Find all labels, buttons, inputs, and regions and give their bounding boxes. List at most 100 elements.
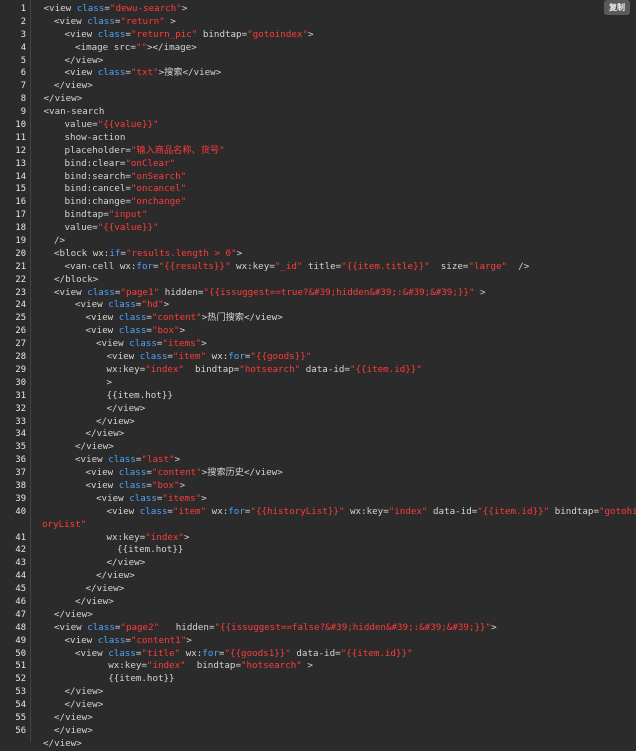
code-token: <view (54, 16, 87, 27)
code-token: bindtap= (65, 209, 109, 220)
line-number: 25 (0, 312, 26, 325)
code-text: bind:change="onchange" (65, 196, 187, 209)
line-number: 55 (0, 712, 26, 725)
code-line: 1<view class="dewu-search"> (0, 3, 636, 16)
string-token: "gotoindex" (247, 29, 308, 40)
code-line: 31{{item.hot}} (0, 390, 636, 403)
code-token: bindtap= (184, 364, 239, 375)
code-text: show-action (65, 132, 126, 145)
code-line: 44</view> (0, 570, 636, 583)
code-block: 1<view class="dewu-search">2<view class=… (0, 0, 636, 742)
code-token: > (186, 635, 192, 646)
code-text: </block> (54, 274, 98, 287)
code-text: <image src=""></image> (75, 42, 197, 55)
code-token: value= (65, 222, 98, 233)
code-token: value= (65, 119, 98, 130)
string-token: "item" (173, 351, 206, 362)
code-token: <image src= (75, 42, 136, 53)
code-line: 41wx:key="index"> (0, 532, 636, 545)
code-token: wx: (206, 506, 228, 517)
code-line: 4<image src=""></image> (0, 42, 636, 55)
code-line: 40<view class="item" wx:for="{{historyLi… (0, 506, 636, 519)
line-number: 11 (0, 132, 26, 145)
code-text: <view class="return" > (54, 16, 176, 29)
string-token: "last" (141, 454, 174, 465)
line-number: 29 (0, 364, 26, 377)
code-line: 34</view> (0, 428, 636, 441)
code-token: wx:key= (231, 261, 275, 272)
string-token: "{{item.title}}" (341, 261, 430, 272)
code-text: </view> (75, 596, 114, 609)
code-token: </view> (107, 557, 146, 568)
line-number: 49 (0, 635, 26, 648)
code-token: bind:clear= (65, 158, 126, 169)
code-text: <van-cell wx:for="{{results}}" wx:key="_… (65, 261, 530, 274)
line-number: 8 (0, 93, 26, 106)
code-text: oryList" (42, 519, 86, 532)
line-number: 35 (0, 441, 26, 454)
line-number: 34 (0, 428, 26, 441)
string-token: "hotsearch" (241, 660, 302, 671)
line-number: 42 (0, 544, 26, 557)
line-number: 56 (0, 725, 26, 738)
code-token: wx: (206, 351, 228, 362)
code-text: <view class="items"> (96, 493, 207, 506)
code-token: <view (86, 467, 119, 478)
code-text: <view class="dewu-search"> (44, 3, 188, 16)
copy-button[interactable]: 复制 (604, 0, 630, 15)
code-token: <view (65, 635, 98, 646)
code-text: <view class="txt">搜索</view> (65, 67, 222, 80)
code-line: 24<view class="hd"> (0, 299, 636, 312)
code-token: <view (86, 480, 119, 491)
code-text: wx:key="index" bindtap="hotsearch" > (75, 660, 313, 673)
code-text: <view class="title" wx:for="{{goods1}}" … (75, 648, 413, 661)
string-token: "{{item.id}}" (350, 364, 422, 375)
code-lines: 1<view class="dewu-search">2<view class=… (0, 3, 636, 751)
code-text: value="{{value}}" (65, 222, 159, 235)
code-line: 18value="{{value}}" (0, 222, 636, 235)
code-token: <view (75, 648, 108, 659)
code-line: 45</view> (0, 583, 636, 596)
code-line: 55 </view> (0, 712, 636, 725)
code-line: 36<view class="last"> (0, 454, 636, 467)
string-token: "page1" (120, 287, 159, 298)
code-text: </view> (43, 738, 82, 751)
code-text: </view> (107, 403, 146, 416)
code-token: </view> (54, 712, 93, 723)
string-token: "index" (389, 506, 428, 517)
code-token: <view (44, 3, 77, 14)
code-token: size= (430, 261, 469, 272)
code-token: wx:key= (107, 532, 146, 543)
code-line: 51 wx:key="index" bindtap="hotsearch" > (0, 660, 636, 673)
code-token: > (474, 287, 485, 298)
code-token: </block> (54, 274, 98, 285)
line-number: 51 (0, 660, 26, 673)
string-token: "gotohist (599, 506, 636, 517)
string-token: "return" (120, 16, 164, 27)
code-line: </view> (0, 738, 636, 751)
string-token: "content1" (131, 635, 186, 646)
code-text: </view> (65, 699, 104, 712)
string-token: "txt" (131, 67, 159, 78)
code-text: wx:key="index"> (107, 532, 190, 545)
code-token: title= (302, 261, 341, 272)
string-token: "index" (147, 660, 186, 671)
code-text: <view class="item" wx:for="{{goods}}" (107, 351, 312, 364)
keyword-token: class (129, 493, 157, 504)
code-text: <van-search (44, 106, 105, 119)
code-line: 27<view class="items"> (0, 338, 636, 351)
line-number: 5 (0, 55, 26, 68)
keyword-token: class (119, 325, 147, 336)
string-token: "{{issuggest==false?&#39;hidden&#39;:&#3… (214, 622, 491, 633)
code-token: <view (65, 67, 98, 78)
line-number: 13 (0, 158, 26, 171)
code-token: </view> (96, 416, 135, 427)
line-number: 53 (0, 686, 26, 699)
line-number: 26 (0, 325, 26, 338)
code-line: oryList" (0, 519, 636, 532)
line-number: 43 (0, 557, 26, 570)
string-token: "content" (152, 467, 202, 478)
code-line: 42{{item.hot}} (0, 544, 636, 557)
line-number: 10 (0, 119, 26, 132)
code-line: 2<view class="return" > (0, 16, 636, 29)
